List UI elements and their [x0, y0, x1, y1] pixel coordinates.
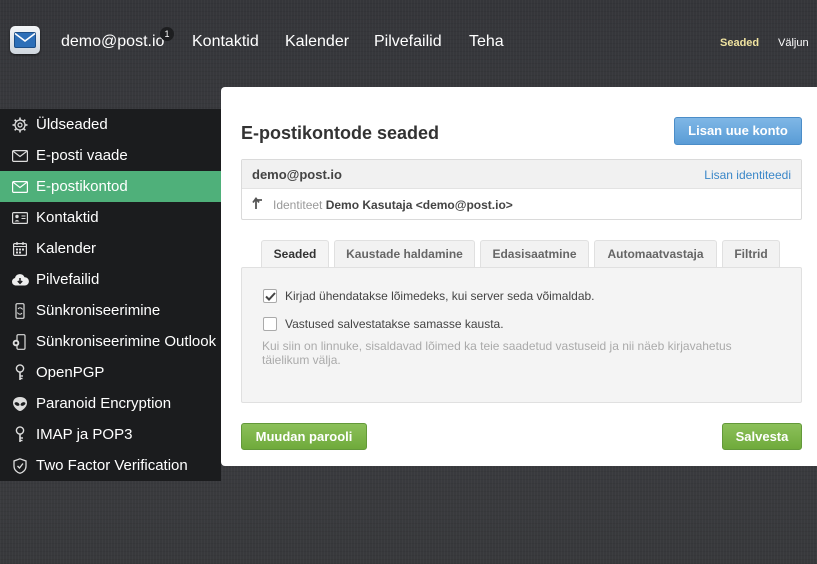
sidebar-item-label: IMAP ja POP3	[36, 426, 133, 443]
sidebar-item-sync[interactable]: Sünkroniseerimine	[0, 295, 221, 326]
nav-account[interactable]: demo@post.io	[61, 33, 164, 51]
sidebar-item-label: Sünkroniseerimine	[36, 302, 161, 319]
sidebar-item-label: Kontaktid	[36, 209, 99, 226]
calendar-icon	[11, 240, 29, 258]
replies-same-folder-checkbox[interactable]	[263, 317, 277, 331]
page-title: E-postikontode seaded	[241, 123, 440, 143]
tab-folder-management[interactable]: Kaustade haldamine	[334, 240, 475, 268]
account-header[interactable]: demo@post.io Lisan identiteedi	[242, 160, 801, 189]
replies-same-folder-label: Vastused salvestatakse samasse kausta.	[285, 317, 504, 331]
sidebar-item-two-factor[interactable]: Two Factor Verification	[0, 450, 221, 481]
alien-icon	[11, 395, 29, 413]
sidebar-item-cloud-files[interactable]: Pilvefailid	[0, 264, 221, 295]
sidebar-item-label: Kalender	[36, 240, 97, 257]
sidebar-item-email-accounts[interactable]: E-postikontod	[0, 171, 221, 202]
tab-autoresponder[interactable]: Automaatvastaja	[594, 240, 717, 268]
checkmark-icon	[264, 291, 276, 301]
shield-icon	[11, 457, 29, 475]
sidebar-item-sync-outlook[interactable]: Sünkroniseerimine Outlook	[0, 326, 221, 357]
sidebar-item-contacts[interactable]: Kontaktid	[0, 202, 221, 233]
envelope-icon	[11, 178, 29, 196]
replies-hint-text: Kui siin on linnuke, sisaldavad lõimed k…	[262, 339, 732, 367]
gear-icon	[11, 116, 29, 134]
add-identity-link[interactable]: Lisan identiteedi	[704, 168, 791, 182]
sidebar-item-label: E-posti vaade	[36, 147, 128, 164]
envelope-icon	[11, 147, 29, 165]
sidebar-item-label: Üldseaded	[36, 116, 108, 133]
tab-filters[interactable]: Filtrid	[722, 240, 780, 268]
sidebar-item-label: Two Factor Verification	[36, 457, 188, 474]
tab-forwarding[interactable]: Edasisaatmine	[480, 240, 589, 268]
option-replies-same-folder[interactable]: Vastused salvestatakse samasse kausta.	[263, 317, 504, 331]
sidebar-item-imap-pop3[interactable]: IMAP ja POP3	[0, 419, 221, 450]
sidebar-item-openpgp[interactable]: OpenPGP	[0, 357, 221, 388]
cloud-download-icon	[11, 271, 29, 289]
option-threading[interactable]: Kirjad ühendatakse lõimedeks, kui server…	[263, 289, 595, 303]
tab-settings[interactable]: Seaded	[261, 240, 329, 269]
sidebar-item-label: Pilvefailid	[36, 271, 100, 288]
threading-label: Kirjad ühendatakse lõimedeks, kui server…	[285, 289, 595, 303]
add-account-button[interactable]: Lisan uue konto	[674, 117, 802, 145]
identity-value: Demo Kasutaja <demo@post.io>	[325, 198, 513, 212]
nav-contacts[interactable]: Kontaktid	[192, 33, 259, 51]
sync-icon	[11, 302, 29, 320]
identity-row[interactable]: Identiteet Demo Kasutaja <demo@post.io>	[242, 189, 801, 219]
key-icon	[11, 364, 29, 382]
settings-sidebar: Üldseaded E-posti vaade E-postikontod Ko…	[0, 109, 221, 481]
unread-count-badge: 1	[160, 27, 174, 41]
identity-label: Identiteet	[273, 198, 323, 212]
top-navigation-bar: demo@post.io 1 Kontaktid Kalender Pilvef…	[0, 0, 817, 86]
nav-cloud-files[interactable]: Pilvefailid	[374, 33, 442, 51]
sidebar-item-label: E-postikontod	[36, 178, 128, 195]
account-card: demo@post.io Lisan identiteedi Identitee…	[241, 159, 802, 220]
contact-card-icon	[11, 209, 29, 227]
mail-app-logo-icon[interactable]	[10, 26, 40, 54]
identity-text: Identiteet Demo Kasutaja <demo@post.io>	[273, 198, 513, 212]
save-button[interactable]: Salvesta	[722, 423, 802, 450]
sidebar-item-label: Sünkroniseerimine Outlook	[36, 333, 217, 350]
threading-checkbox[interactable]	[263, 289, 277, 303]
tab-content-settings: Kirjad ühendatakse lõimedeks, kui server…	[241, 267, 802, 403]
sidebar-item-label: Paranoid Encryption	[36, 395, 172, 412]
reply-arrow-icon	[252, 197, 265, 215]
settings-link[interactable]: Seaded	[720, 37, 759, 49]
sidebar-item-general[interactable]: Üldseaded	[0, 109, 221, 140]
account-email[interactable]: demo@post.io	[252, 167, 342, 182]
change-password-button[interactable]: Muudan parooli	[241, 423, 367, 450]
sync-outlook-icon	[11, 333, 29, 351]
sidebar-item-label: OpenPGP	[36, 364, 105, 381]
key-icon	[11, 426, 29, 444]
nav-tasks[interactable]: Teha	[469, 33, 504, 51]
sidebar-item-mail-view[interactable]: E-posti vaade	[0, 140, 221, 171]
nav-calendar[interactable]: Kalender	[285, 33, 349, 51]
logout-link[interactable]: Väljun	[778, 37, 809, 49]
sidebar-item-paranoid-encryption[interactable]: Paranoid Encryption	[0, 388, 221, 419]
settings-panel: E-postikontode seaded Lisan uue konto de…	[221, 87, 817, 466]
sidebar-item-calendar[interactable]: Kalender	[0, 233, 221, 264]
